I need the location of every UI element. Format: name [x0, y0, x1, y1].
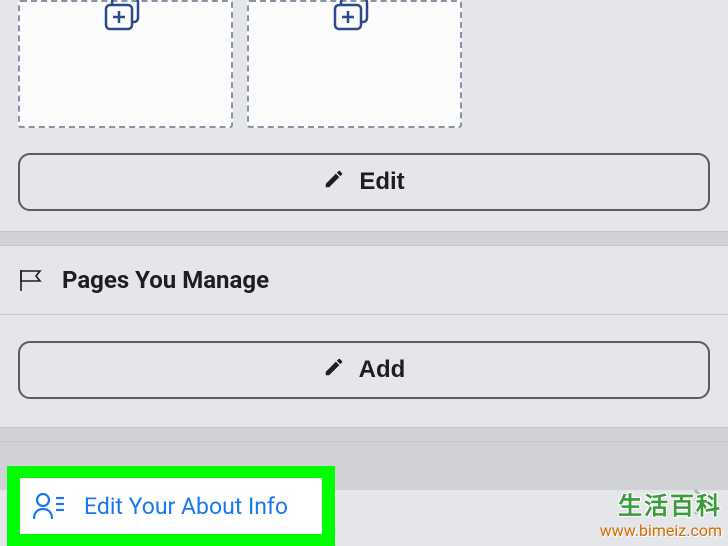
section-divider [0, 427, 728, 442]
watermark-text-url: www.bimeiz.com [600, 521, 722, 540]
add-featured-card[interactable] [247, 0, 462, 128]
edit-about-label: Edit Your About Info [84, 493, 288, 520]
add-page-button[interactable]: Add [18, 341, 710, 399]
section-divider [0, 231, 728, 246]
pencil-icon [323, 168, 345, 197]
add-featured-card[interactable] [18, 0, 233, 128]
highlight-overlay: Edit Your About Info [7, 466, 335, 546]
pages-you-manage-body: Add [0, 315, 728, 427]
card-plus-icon [333, 0, 377, 33]
chevron-right-icon[interactable] [692, 486, 710, 522]
placeholder-row [18, 0, 710, 128]
card-plus-icon [104, 0, 148, 33]
edit-featured-button[interactable]: Edit [18, 153, 710, 211]
featured-section: Edit [0, 0, 728, 231]
pages-you-manage-title: Pages You Manage [62, 266, 269, 294]
person-lines-icon [32, 489, 66, 523]
flag-icon [18, 268, 44, 292]
edit-button-label: Edit [359, 168, 404, 196]
add-button-label: Add [359, 356, 406, 384]
pencil-icon [323, 356, 345, 385]
edit-about-info-row[interactable]: Edit Your About Info [20, 478, 322, 534]
pages-you-manage-header: Pages You Manage [0, 246, 728, 315]
